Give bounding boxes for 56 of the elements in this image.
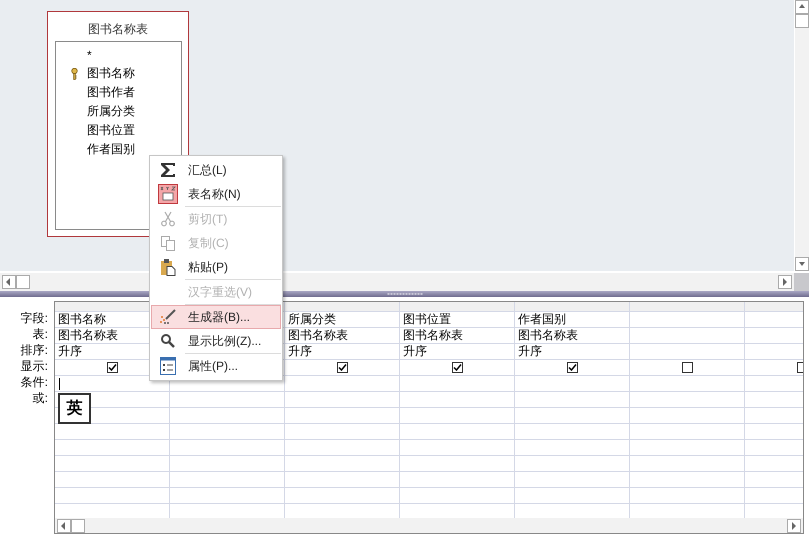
checkbox[interactable] bbox=[106, 362, 118, 373]
input-mode-indicator[interactable]: 英 bbox=[58, 393, 91, 424]
scroll-down-button[interactable] bbox=[795, 257, 809, 271]
scroll-right-button[interactable] bbox=[787, 518, 801, 532]
field-name[interactable]: 作者国别 bbox=[87, 141, 135, 158]
scroll-left-button[interactable] bbox=[57, 518, 71, 532]
table-cell[interactable]: 升序 bbox=[285, 344, 399, 360]
scroll-right-button[interactable] bbox=[778, 275, 792, 289]
row-label: 表: bbox=[32, 327, 48, 341]
table-cell[interactable]: 作者国别 bbox=[515, 312, 629, 328]
row-label: 排序: bbox=[20, 343, 48, 357]
row-label: 条件: bbox=[20, 375, 48, 389]
scissors-icon bbox=[160, 211, 176, 227]
field-name[interactable]: 所属分类 bbox=[87, 103, 135, 120]
column-selector[interactable] bbox=[285, 302, 399, 312]
column-selector[interactable] bbox=[400, 302, 514, 312]
horizontal-scrollbar[interactable] bbox=[55, 518, 803, 533]
table-cell[interactable]: 升序 bbox=[515, 344, 629, 360]
properties-icon bbox=[160, 357, 176, 375]
table-cell[interactable]: 图书名称表 bbox=[285, 328, 399, 344]
table-cell[interactable]: 图书名称表 bbox=[400, 328, 514, 344]
checkbox[interactable] bbox=[336, 362, 348, 373]
clipboard-icon bbox=[160, 258, 176, 276]
row-label: 字段: bbox=[20, 311, 48, 325]
checkbox[interactable] bbox=[682, 362, 692, 373]
checkbox[interactable] bbox=[566, 362, 578, 373]
column-selector[interactable] bbox=[630, 302, 744, 312]
field-name[interactable]: 图书名称 bbox=[87, 65, 135, 82]
field-name[interactable]: 图书作者 bbox=[87, 84, 135, 101]
scroll-up-button[interactable] bbox=[795, 0, 809, 14]
table-cell[interactable]: 升序 bbox=[400, 344, 514, 360]
checkbox[interactable] bbox=[452, 362, 462, 373]
table-cell[interactable]: 所属分类 bbox=[285, 312, 399, 328]
table-cell[interactable]: 图书位置 bbox=[400, 312, 514, 328]
scroll-left-button[interactable] bbox=[2, 275, 16, 289]
wand-icon bbox=[159, 308, 177, 326]
field-name[interactable]: * bbox=[87, 48, 92, 62]
triangle-icon bbox=[789, 520, 799, 530]
column-selector[interactable] bbox=[515, 302, 629, 312]
menu-item[interactable]: 生成器(B)... bbox=[151, 305, 281, 329]
table-name-icon bbox=[158, 184, 178, 204]
search-icon bbox=[160, 333, 176, 349]
sigma-icon bbox=[159, 161, 177, 179]
menu-item[interactable]: 粘贴(P) bbox=[151, 255, 281, 279]
table-field-list[interactable]: 图书名称表 * 图书名称 图书作者 所属分类 图书位置 作者国别 bbox=[47, 11, 189, 237]
copy-icon bbox=[160, 235, 176, 251]
table-title: 图书名称表 bbox=[87, 21, 149, 38]
scroll-thumb[interactable] bbox=[16, 275, 30, 289]
scroll-thumb[interactable] bbox=[795, 14, 809, 28]
vertical-scrollbar[interactable] bbox=[794, 0, 809, 271]
scrollbar-corner bbox=[794, 273, 809, 291]
scroll-thumb[interactable] bbox=[71, 518, 85, 532]
row-label: 或: bbox=[32, 391, 48, 405]
table-cell[interactable]: 图书名称表 bbox=[515, 328, 629, 344]
row-label: 显示: bbox=[20, 359, 48, 373]
field-name[interactable]: 图书位置 bbox=[87, 122, 135, 139]
